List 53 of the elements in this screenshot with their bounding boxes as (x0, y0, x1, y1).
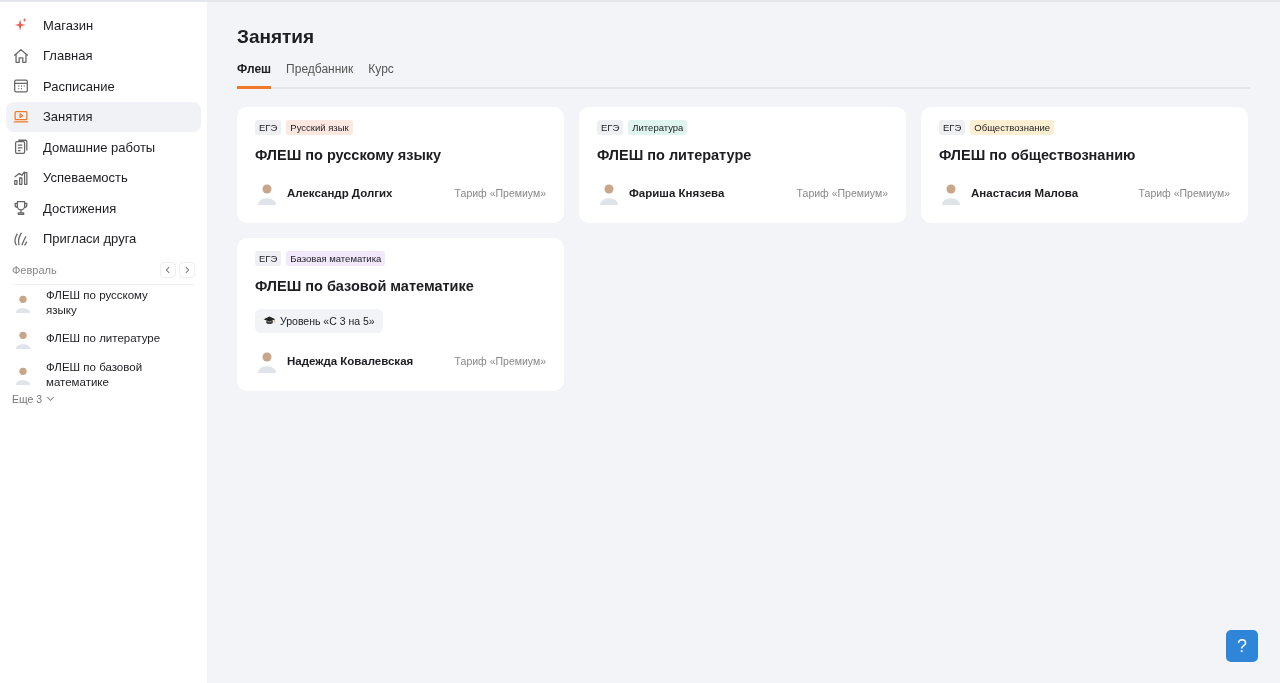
graduation-cap-icon (263, 315, 276, 326)
tab[interactable]: Курс (368, 62, 394, 89)
nav-item[interactable]: Занятия (6, 101, 201, 132)
exam-tag: ЕГЭ (939, 120, 966, 135)
nav-item[interactable]: Главная (6, 40, 201, 71)
document-icon (12, 138, 30, 156)
course-title: ФЛЕШ по обществознанию (939, 147, 1137, 163)
plan-label: Тариф «Премиум» (454, 187, 546, 199)
home-icon (12, 46, 30, 65)
level-badge: Уровень «С 3 на 5» (255, 308, 383, 333)
lesson-item[interactable]: ФЛЕШ по базовой математике (6, 356, 201, 393)
calendar-icon (12, 77, 30, 95)
nav-item[interactable]: Достижения (6, 193, 201, 223)
show-more-button[interactable]: Еще 3 (6, 392, 62, 405)
plan-label: Тариф «Премиум» (796, 187, 888, 199)
course-card[interactable]: ЕГЭ Обществознание ФЛЕШ по обществознанию Анастасия Малова Тариф «Премиум» (921, 107, 1248, 223)
tab[interactable]: Предбанник (286, 62, 354, 89)
chevron-left-icon (164, 265, 172, 274)
tab[interactable]: Флеш (237, 62, 272, 89)
nav-item[interactable]: Успеваемость (6, 162, 201, 193)
teacher-name: Фариша Князева (629, 187, 726, 199)
subject-tag: Русский язык (286, 120, 353, 135)
subject-tag: Базовая математика (286, 251, 386, 266)
page-title: Занятия (237, 26, 316, 48)
course-card[interactable]: ЕГЭ Литература ФЛЕШ по литературе Фариша Князева Тариф «Премиум» (579, 107, 906, 223)
exam-tag: ЕГЭ (597, 120, 624, 135)
exam-tag: ЕГЭ (255, 120, 282, 135)
subject-tag: Литература (628, 120, 688, 135)
lesson-item[interactable]: ФЛЕШ по литературе (6, 320, 201, 357)
course-card[interactable]: ЕГЭ Русский язык ФЛЕШ по русскому языку Александр Долгих Тариф «Премиум» (237, 107, 564, 223)
teacher-name: Надежда Ковалевская (287, 354, 415, 367)
lesson-item[interactable]: ФЛЕШ по русскому языку (6, 284, 201, 321)
month-label: Февраль (12, 263, 57, 276)
plan-label: Тариф «Премиум» (1138, 187, 1230, 199)
nav-item[interactable]: Магазин (6, 10, 201, 40)
nav-item[interactable]: Пригласи друга (6, 223, 201, 254)
course-title: ФЛЕШ по литературе (597, 147, 753, 163)
course-title: ФЛЕШ по базовой математике (255, 278, 475, 294)
course-title: ФЛЕШ по русскому языку (255, 147, 443, 163)
subject-tag: Обществознание (970, 120, 1055, 135)
exam-tag: ЕГЭ (255, 251, 282, 266)
nav-item[interactable]: Расписание (6, 71, 201, 101)
chevron-right-icon (183, 265, 191, 274)
course-card[interactable]: ЕГЭ Базовая математика ФЛЕШ по базовой математике Уровень «С 3 на 5» Надежда Ковалевская Тариф «Премиум» (237, 238, 564, 391)
trophy-icon (12, 199, 30, 217)
help-button[interactable]: ? (1226, 630, 1258, 662)
plan-label: Тариф «Премиум» (454, 354, 546, 367)
previous-month-button[interactable] (160, 261, 176, 278)
nav-item[interactable]: Домашние работы (6, 132, 201, 162)
next-month-button[interactable] (179, 261, 195, 278)
teacher-name: Анастасия Малова (971, 187, 1080, 199)
teacher-name: Александр Долгих (287, 187, 394, 199)
chevron-down-icon (46, 394, 56, 403)
